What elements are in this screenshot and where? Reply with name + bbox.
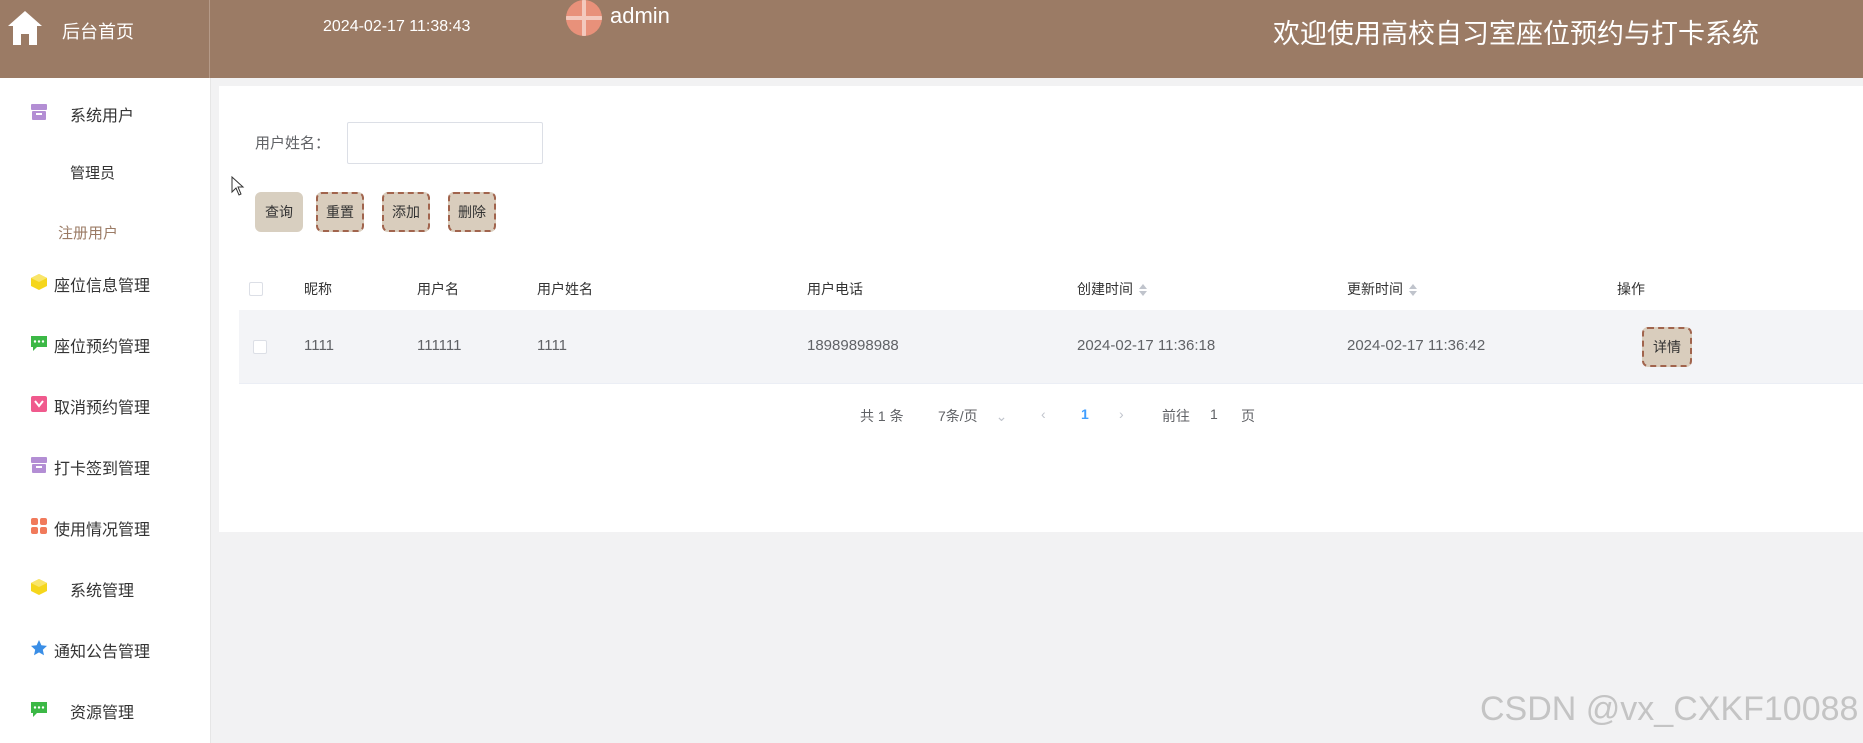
- total-count: 共 1 条: [860, 408, 904, 424]
- content-panel: 用户姓名： 查询 重置 添加 删除 昵称 用户名 用户姓名 用户电话 创建时间 …: [219, 86, 1863, 532]
- sidebar-item-label: 座位信息管理: [54, 278, 151, 295]
- sidebar-item-label: 座位预约管理: [54, 339, 151, 356]
- sidebar-item-label: 使用情况管理: [54, 522, 151, 539]
- gift-icon: [31, 396, 47, 412]
- sidebar-item-seat-info[interactable]: 座位信息管理: [0, 262, 210, 302]
- sort-icon[interactable]: [1139, 284, 1147, 297]
- sidebar-item-label: 通知公告管理: [54, 644, 151, 661]
- grid-icon: [31, 518, 47, 534]
- cube-icon: [31, 274, 47, 290]
- sidebar-item-label: 系统用户: [70, 108, 135, 125]
- system-title: 欢迎使用高校自习室座位预约与打卡系统: [1273, 19, 1759, 49]
- query-button[interactable]: 查询: [255, 192, 303, 232]
- username[interactable]: admin: [610, 3, 670, 29]
- watermark: CSDN @vx_CXKF10088: [1480, 690, 1859, 728]
- page-size-value: 7条/页: [938, 408, 978, 424]
- page-number-current[interactable]: 1: [1081, 406, 1089, 422]
- cell-created: 2024-02-17 11:36:18: [1077, 337, 1216, 354]
- current-datetime: 2024-02-17 11:38:43: [323, 18, 471, 35]
- column-header-phone: 用户电话: [807, 281, 863, 297]
- cell-username: 111111: [417, 337, 462, 354]
- search-label: 用户姓名：: [255, 135, 331, 152]
- sidebar-item-label: 资源管理: [70, 705, 135, 722]
- archive-icon: [31, 457, 47, 473]
- cell-updated: 2024-02-17 11:36:42: [1347, 337, 1486, 354]
- home-label: 后台首页: [62, 22, 134, 42]
- sidebar-item-usage[interactable]: 使用情况管理: [0, 506, 210, 546]
- sort-icon[interactable]: [1409, 284, 1417, 297]
- next-page-icon[interactable]: ›: [1119, 406, 1124, 422]
- star-icon: [31, 640, 47, 656]
- cell-realname: 1111: [537, 337, 568, 354]
- pagination: 共 1 条 7条/页 ⌄ ‹ 1 › 前往 1 页: [219, 406, 1863, 430]
- sidebar-item-seat-reservation[interactable]: 座位预约管理: [0, 323, 210, 363]
- reset-button[interactable]: 重置: [316, 192, 364, 232]
- cell-phone: 18989898988: [807, 337, 899, 354]
- chevron-down-icon: ⌄: [995, 408, 1008, 424]
- top-header: 后台首页 2024-02-17 11:38:43 admin 欢迎使用高校自习室…: [0, 0, 1863, 78]
- goto-page-input[interactable]: 1: [1210, 406, 1218, 422]
- sidebar-item-label: 打卡签到管理: [54, 461, 151, 478]
- goto-label: 前往: [1162, 408, 1190, 424]
- archive-icon: [31, 104, 47, 120]
- sidebar-item-resources[interactable]: 资源管理: [0, 689, 210, 729]
- sidebar-item-notice[interactable]: 通知公告管理: [0, 628, 210, 668]
- sidebar-item-label: 取消预约管理: [54, 400, 151, 417]
- column-header-actions: 操作: [1617, 281, 1645, 297]
- sidebar-subitem-registered-users[interactable]: 注册用户: [0, 212, 210, 252]
- column-header-updated[interactable]: 更新时间: [1347, 279, 1417, 299]
- prev-page-icon[interactable]: ‹: [1041, 406, 1046, 422]
- sidebar-subitem-label: 注册用户: [58, 225, 119, 242]
- sidebar-item-system-manage[interactable]: 系统管理: [0, 567, 210, 607]
- column-header-updated-label: 更新时间: [1347, 281, 1403, 297]
- detail-button[interactable]: 详情: [1642, 327, 1692, 367]
- cell-nickname: 1111: [304, 337, 335, 354]
- sidebar-item-checkin[interactable]: 打卡签到管理: [0, 445, 210, 485]
- page-suffix: 页: [1241, 408, 1255, 424]
- sidebar: 系统用户 管理员 注册用户 座位信息管理 座位预约管理 取消预约管理 打卡签到管…: [0, 78, 211, 743]
- add-button[interactable]: 添加: [382, 192, 430, 232]
- sidebar-item-system-users[interactable]: 系统用户: [0, 92, 210, 132]
- delete-button[interactable]: 删除: [448, 192, 496, 232]
- page-size-select[interactable]: 7条/页 ⌄: [938, 406, 1007, 426]
- home-icon: [8, 11, 42, 45]
- row-checkbox[interactable]: [253, 340, 267, 354]
- avatar[interactable]: [566, 0, 602, 36]
- sidebar-subitem-label: 管理员: [70, 165, 116, 182]
- sidebar-subitem-admin[interactable]: 管理员: [0, 152, 210, 192]
- column-header-created[interactable]: 创建时间: [1077, 279, 1147, 299]
- column-header-realname: 用户姓名: [537, 281, 593, 297]
- sidebar-item-label: 系统管理: [70, 583, 135, 600]
- column-header-username: 用户名: [417, 281, 459, 297]
- column-header-created-label: 创建时间: [1077, 281, 1133, 297]
- sidebar-item-cancel-reservation[interactable]: 取消预约管理: [0, 384, 210, 424]
- home-link[interactable]: 后台首页: [0, 0, 210, 78]
- mouse-cursor-icon: [231, 176, 245, 196]
- table-row: 1111 111111 1111 18989898988 2024-02-17 …: [239, 310, 1863, 384]
- chat-icon: [31, 702, 47, 717]
- column-header-nickname: 昵称: [304, 281, 332, 297]
- cube-icon: [31, 579, 47, 595]
- chat-icon: [31, 336, 47, 351]
- select-all-checkbox[interactable]: [249, 282, 263, 296]
- search-input[interactable]: [347, 122, 543, 164]
